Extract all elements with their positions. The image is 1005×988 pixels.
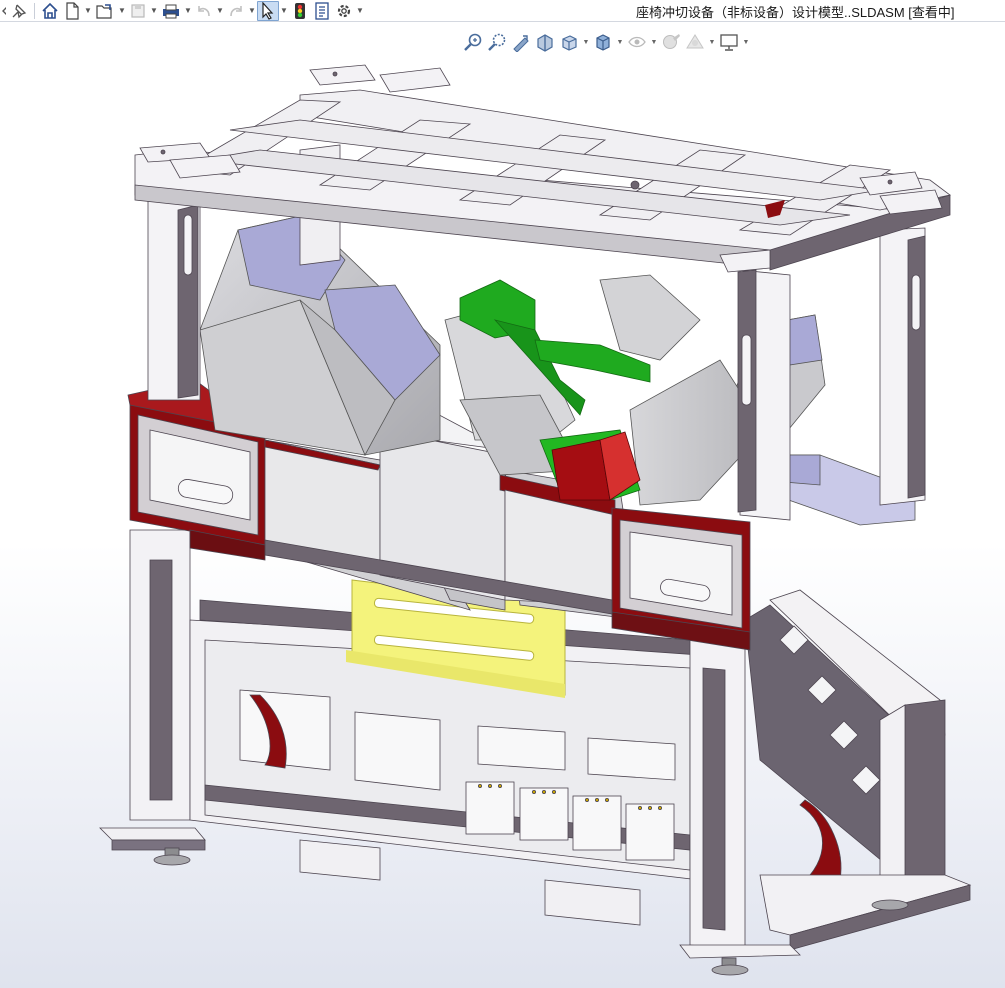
new-dropdown-chevron-icon[interactable]: ▼ [83,1,93,21]
save-icon[interactable] [127,1,149,21]
undo-dropdown-chevron-icon[interactable]: ▼ [215,1,225,21]
lower-frame [744,589,972,951]
undo-icon[interactable] [193,1,215,21]
collapse-arrow-icon[interactable] [0,1,8,21]
file-properties-icon[interactable] [311,1,333,21]
standard-toolbar: ▼ ▼ ▼ ▼ ▼ ▼ ▼ ▼ 座椅冲切设备（非标设备）设计模型..SLDASM… [0,0,1005,22]
toolbar-divider [34,2,35,19]
redo-dropdown-chevron-icon[interactable]: ▼ [247,1,257,21]
print-icon[interactable] [159,1,183,21]
save-dropdown-chevron-icon[interactable]: ▼ [149,1,159,21]
select-dropdown-chevron-icon[interactable]: ▼ [279,1,289,21]
open-dropdown-chevron-icon[interactable]: ▼ [117,1,127,21]
select-icon[interactable] [257,0,279,21]
graphics-area[interactable] [0,22,1005,988]
redo-icon[interactable] [225,1,247,21]
options-dropdown-chevron-icon[interactable]: ▼ [355,1,365,21]
document-title: 座椅冲切设备（非标设备）设计模型..SLDASM [查看中] [636,5,955,20]
new-document-icon[interactable] [61,1,83,21]
pin-icon[interactable] [8,1,30,21]
rebuild-icon[interactable] [289,1,311,21]
options-icon[interactable] [333,1,355,21]
home-icon[interactable] [39,1,61,21]
print-dropdown-chevron-icon[interactable]: ▼ [183,1,193,21]
open-icon[interactable] [93,1,117,21]
assembly-model[interactable] [0,22,1005,988]
